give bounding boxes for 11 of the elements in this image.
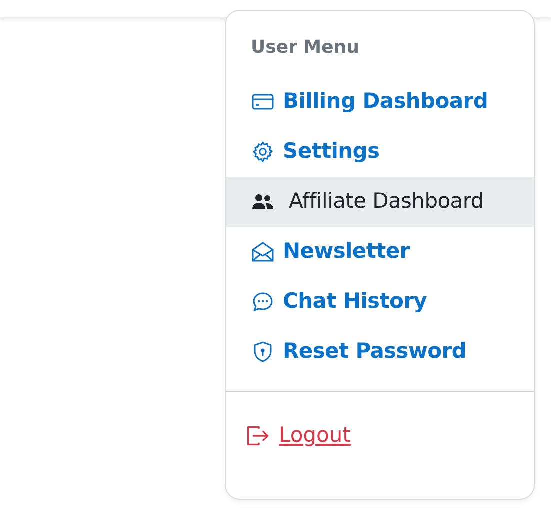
menu-item[interactable]: Billing Dashboard [226, 77, 534, 127]
gear-icon [251, 140, 275, 164]
menu-item[interactable]: Reset Password [226, 327, 534, 377]
chat-icon [251, 290, 275, 314]
menu-item[interactable]: Affiliate Dashboard [226, 177, 534, 227]
menu-header: User Menu [250, 36, 360, 60]
envelope-icon [251, 240, 275, 264]
logout-link[interactable]: Logout [279, 420, 351, 452]
menu-item[interactable]: Chat History [226, 277, 534, 327]
menu-item[interactable]: Newsletter [226, 227, 534, 277]
menu-item[interactable]: Settings [226, 127, 534, 177]
